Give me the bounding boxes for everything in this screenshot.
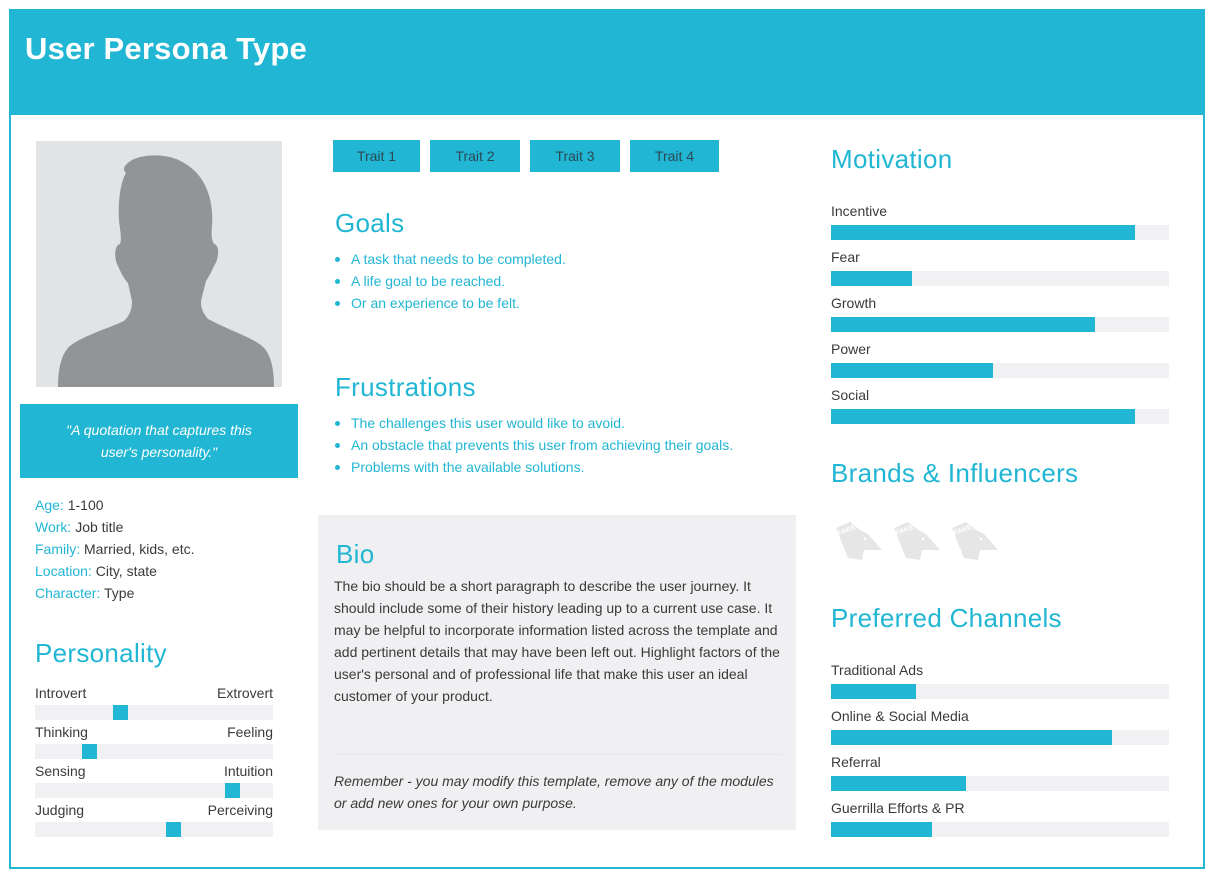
motivation-bar: Incentive: [831, 201, 1169, 247]
bar-fill: [831, 730, 1112, 745]
frustration-item: An obstacle that prevents this user from…: [333, 434, 733, 456]
bar-label: Social: [831, 387, 870, 403]
bar-track: [831, 363, 1169, 378]
scale-track: [35, 822, 273, 837]
fake-crow-logo-icon: FAKE CROW: [834, 520, 882, 562]
bar-label: Incentive: [831, 203, 888, 219]
frustration-item: The challenges this user would like to a…: [333, 412, 733, 434]
personality-scale: Introvert Extrovert: [35, 683, 273, 722]
scale-right-label: Feeling: [227, 724, 273, 740]
fake-crow-logo-icon: FAKE CROW: [950, 520, 998, 562]
bar-track: [831, 684, 1169, 699]
trait-tag-3[interactable]: Trait 3: [530, 140, 620, 172]
scale-marker: [82, 744, 98, 759]
bio-note: Remember - you may modify this template,…: [334, 773, 774, 811]
bar-label: Guerrilla Efforts & PR: [831, 800, 965, 816]
trait-tag-1[interactable]: Trait 1: [333, 140, 420, 172]
trait-tag-2[interactable]: Trait 2: [430, 140, 520, 172]
persona-quote: "A quotation that captures this user's p…: [20, 404, 298, 478]
bio-divider: [334, 754, 783, 755]
bio-text: The bio should be a short paragraph to d…: [334, 578, 780, 704]
goal-item: A task that needs to be completed.: [333, 248, 566, 270]
fact-character: Character: Type: [35, 585, 135, 601]
frustrations-list: The challenges this user would like to a…: [333, 412, 733, 478]
bar-fill: [831, 684, 916, 699]
traits-row: Trait 1 Trait 2 Trait 3 Trait 4: [333, 140, 719, 172]
scale-right-label: Intuition: [223, 763, 273, 779]
motivation-bar: Fear: [831, 247, 1169, 293]
goals-list: A task that needs to be completed. A lif…: [333, 248, 566, 314]
fact-age: Age: 1-100: [35, 497, 104, 513]
bar-fill: [831, 776, 967, 791]
brands-logos: FAKE CROW FAKE CROW FAKE CROW: [834, 520, 998, 562]
bar-fill: [831, 225, 1136, 240]
bio-panel: Bio The bio should be a short paragraph …: [318, 515, 796, 830]
motivation-bar: Power: [831, 339, 1169, 385]
personality-scale: Sensing Intuition: [35, 761, 273, 800]
scale-right-label: Perceiving: [207, 802, 273, 818]
personality-scale: Judging Perceiving: [35, 800, 273, 839]
scale-left-label: Judging: [35, 802, 85, 818]
personality-section: Personality Introvert Extrovert Thinking F…: [35, 638, 273, 839]
goal-item: Or an experience to be felt.: [333, 292, 566, 314]
frustration-item: Problems with the available solutions.: [333, 456, 733, 478]
motivation-bar: Social: [831, 385, 1169, 431]
bar-label: Online & Social Media: [831, 708, 969, 724]
brands-title: Brands & Influencers: [831, 458, 1079, 488]
bar-fill: [831, 317, 1095, 332]
goals-title: Goals: [335, 208, 405, 238]
bar-track: [831, 776, 1169, 791]
scale-track: [35, 705, 273, 720]
channels-title: Preferred Channels: [831, 603, 1062, 633]
motivation-bar: Growth: [831, 293, 1169, 339]
personality-scale: Thinking Feeling: [35, 722, 273, 761]
fake-crow-logo-icon: FAKE CROW: [892, 520, 940, 562]
channels-bars: Traditional Ads Online & Social Media Re…: [831, 660, 1169, 844]
bar-track: [831, 409, 1169, 424]
bar-fill: [831, 409, 1136, 424]
fact-family: Family: Married, kids, etc.: [35, 541, 195, 557]
bar-track: [831, 822, 1169, 837]
frustrations-title: Frustrations: [335, 372, 476, 402]
persona-photo: [36, 141, 282, 387]
person-silhouette-icon: [58, 155, 274, 387]
bar-track: [831, 317, 1169, 332]
bio-title: Bio: [336, 539, 375, 569]
scale-marker: [225, 783, 241, 798]
scale-left-label: Thinking: [35, 724, 88, 740]
bar-label: Fear: [831, 249, 860, 265]
motivation-title: Motivation: [831, 144, 953, 174]
channel-bar: Traditional Ads: [831, 660, 1169, 706]
bar-fill: [831, 363, 994, 378]
bar-label: Power: [831, 341, 871, 357]
fact-location: Location: City, state: [35, 563, 157, 579]
scale-marker: [165, 822, 181, 837]
scale-marker: [113, 705, 129, 720]
scale-left-label: Sensing: [35, 763, 86, 779]
bar-label: Traditional Ads: [831, 662, 924, 678]
bar-label: Growth: [831, 295, 877, 311]
channel-bar: Guerrilla Efforts & PR: [831, 798, 1169, 844]
bar-track: [831, 225, 1169, 240]
goal-item: A life goal to be reached.: [333, 270, 566, 292]
header-banner: User Persona Type: [9, 9, 1205, 115]
scale-track: [35, 783, 273, 798]
bar-track: [831, 730, 1169, 745]
fact-work: Work: Job title: [35, 519, 124, 535]
channel-bar: Online & Social Media: [831, 706, 1169, 752]
persona-facts: Age: 1-100 Work: Job title Family: Marri…: [35, 494, 195, 604]
channel-bar: Referral: [831, 752, 1169, 798]
personality-title: Personality: [35, 638, 167, 668]
page-title: User Persona Type: [25, 31, 307, 66]
scale-left-label: Introvert: [35, 685, 87, 701]
motivation-bars: Incentive Fear Growth Power Social: [831, 201, 1169, 431]
trait-tag-4[interactable]: Trait 4: [630, 140, 719, 172]
scale-right-label: Extrovert: [216, 685, 273, 701]
bar-label: Referral: [831, 754, 881, 770]
bar-fill: [831, 271, 913, 286]
bar-track: [831, 271, 1169, 286]
scale-track: [35, 744, 273, 759]
bar-fill: [831, 822, 933, 837]
